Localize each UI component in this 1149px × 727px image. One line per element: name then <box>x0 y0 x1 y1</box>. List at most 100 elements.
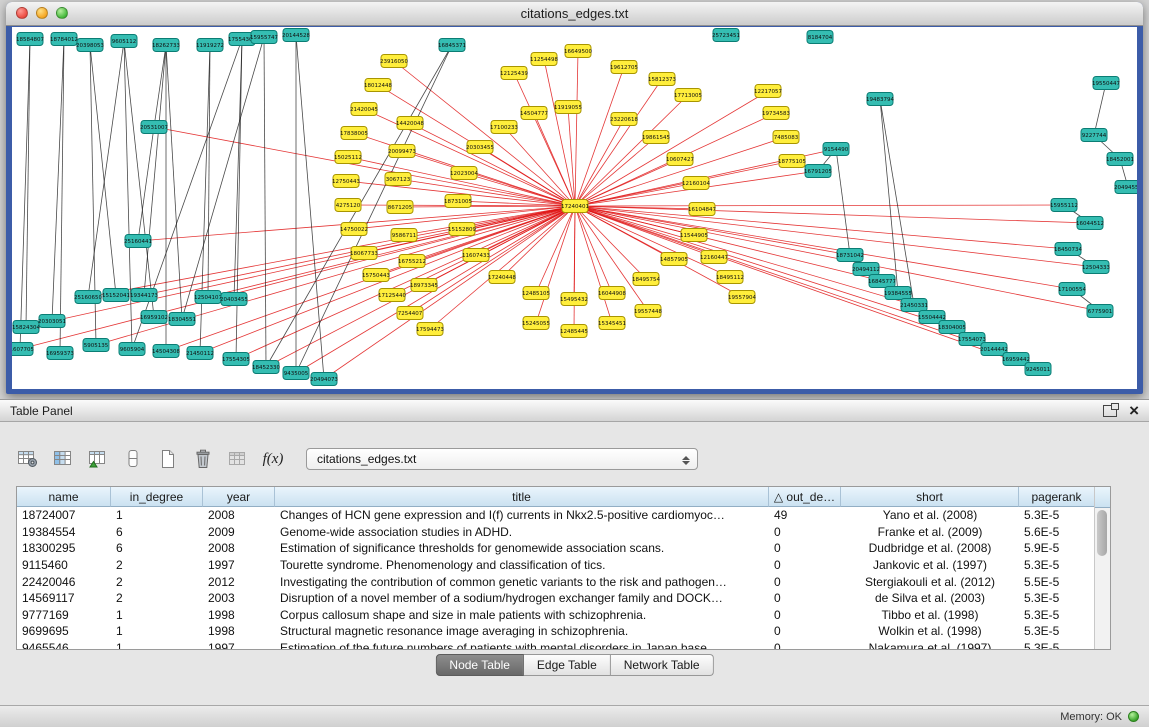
network-node[interactable]: 7254407 <box>397 307 423 320</box>
network-node[interactable]: 14750022 <box>340 223 368 236</box>
network-node[interactable]: 12125439 <box>500 67 528 80</box>
table-row[interactable]: 1456911722003Disruption of a novel membe… <box>17 590 1110 607</box>
network-node[interactable]: 20303455 <box>466 141 494 154</box>
network-node[interactable]: 10607427 <box>666 153 694 166</box>
tab-node-table[interactable]: Node Table <box>435 654 524 676</box>
network-node[interactable]: 19734583 <box>762 107 790 120</box>
network-node[interactable]: 15955112 <box>1050 199 1078 212</box>
network-node[interactable]: 16044908 <box>598 287 626 300</box>
network-node[interactable]: 15345451 <box>598 317 626 330</box>
network-node[interactable]: 21450331 <box>900 299 928 312</box>
network-node[interactable]: 18304551 <box>168 313 196 326</box>
network-node[interactable]: 11254498 <box>530 53 558 66</box>
network-node[interactable]: 8184704 <box>807 31 833 44</box>
network-node[interactable]: 14857905 <box>660 253 688 266</box>
show-columns-button[interactable] <box>51 447 75 471</box>
network-node[interactable]: 9245011 <box>1025 363 1051 376</box>
network-node[interactable]: 20403455 <box>220 293 248 306</box>
network-node[interactable]: 18452330 <box>252 361 280 374</box>
network-node[interactable]: 15495432 <box>560 293 588 306</box>
network-node[interactable]: 19557448 <box>634 305 662 318</box>
column-header-short[interactable]: short <box>841 487 1019 507</box>
table-row[interactable]: 911546021997Tourette syndrome. Phenomeno… <box>17 557 1110 574</box>
network-node[interactable]: 9605112 <box>111 35 137 48</box>
network-node[interactable]: 19483794 <box>866 93 894 106</box>
network-node[interactable]: 20398053 <box>76 39 104 52</box>
zoom-window-button[interactable] <box>56 7 68 19</box>
network-node[interactable]: 3067123 <box>385 173 411 186</box>
network-node[interactable]: 17125440 <box>378 289 406 302</box>
network-node[interactable]: 21420045 <box>350 103 378 116</box>
network-node[interactable]: 12504107 <box>194 291 222 304</box>
network-node[interactable]: 18731005 <box>444 195 472 208</box>
network-node[interactable]: 17100554 <box>1058 283 1086 296</box>
network-node[interactable]: 18973345 <box>410 279 438 292</box>
table-row[interactable]: 1938455462009Genome-wide association stu… <box>17 524 1110 541</box>
network-node[interactable]: 18450734 <box>1054 243 1082 256</box>
network-node[interactable]: 19557904 <box>728 291 756 304</box>
close-window-button[interactable] <box>16 7 28 19</box>
minimize-window-button[interactable] <box>36 7 48 19</box>
network-node[interactable]: 12160104 <box>682 177 710 190</box>
network-node[interactable]: 15245055 <box>522 317 550 330</box>
network-node[interactable]: 9586711 <box>391 229 417 242</box>
tab-network-table[interactable]: Network Table <box>611 654 714 676</box>
network-node[interactable]: 7485083 <box>773 131 799 144</box>
network-node[interactable]: 18067733 <box>350 247 378 260</box>
network-node[interactable]: 20303051 <box>38 315 66 328</box>
network-node[interactable]: 17240448 <box>488 271 516 284</box>
column-header-in_degree[interactable]: in_degree <box>111 487 203 507</box>
new-table-button[interactable] <box>156 447 180 471</box>
table-settings-button[interactable] <box>16 447 40 471</box>
network-node[interactable]: 17838005 <box>340 127 368 140</box>
table-select[interactable]: citations_edges.txt <box>306 448 698 470</box>
network-node[interactable]: 17594473 <box>416 323 444 336</box>
network-node[interactable]: 16044512 <box>1076 217 1104 230</box>
network-node[interactable]: 20531007 <box>140 121 168 134</box>
network-node[interactable]: 15750443 <box>362 269 390 282</box>
network-node[interactable]: 18584807 <box>16 33 44 46</box>
float-panel-icon[interactable] <box>1103 405 1117 417</box>
scrollbar-thumb[interactable] <box>1097 510 1107 556</box>
delete-table-button[interactable] <box>191 447 215 471</box>
column-header-year[interactable]: year <box>203 487 275 507</box>
memory-status-icon[interactable] <box>1128 711 1139 722</box>
network-node[interactable]: 12217057 <box>754 85 782 98</box>
network-node[interactable]: 17240401 <box>561 200 589 213</box>
network-node[interactable]: 11607433 <box>462 249 490 262</box>
network-node[interactable]: 25723451 <box>712 29 740 42</box>
network-node[interactable]: 18012448 <box>364 79 392 92</box>
network-node[interactable]: 5905135 <box>83 339 109 352</box>
table-row[interactable]: 1872400712008Changes of HCN gene express… <box>17 507 1110 524</box>
network-node[interactable]: 16104847 <box>688 203 716 216</box>
network-node[interactable]: 15152809 <box>448 223 476 236</box>
network-node[interactable]: 23220618 <box>610 113 638 126</box>
column-header-name[interactable]: name <box>17 487 111 507</box>
network-node[interactable]: 15025112 <box>334 151 362 164</box>
import-table-button[interactable] <box>86 447 110 471</box>
network-node[interactable]: 19384555 <box>884 287 912 300</box>
network-node[interactable]: 12750443 <box>332 175 360 188</box>
merge-rows-button[interactable] <box>121 447 145 471</box>
network-node[interactable]: 18784012 <box>50 33 78 46</box>
table-row[interactable]: 946554611997Estimation of the future num… <box>17 640 1110 650</box>
column-header-pagerank[interactable]: pagerank <box>1019 487 1095 507</box>
network-node[interactable]: 12485105 <box>522 287 550 300</box>
network-node[interactable]: 9227744 <box>1081 129 1107 142</box>
network-node[interactable]: 18452001 <box>1106 153 1134 166</box>
network-node[interactable]: 14420048 <box>396 117 424 130</box>
close-panel-icon[interactable] <box>1129 402 1139 419</box>
network-node[interactable]: 12504333 <box>1082 261 1110 274</box>
network-node[interactable]: 18262733 <box>152 39 180 52</box>
network-node[interactable]: 17554305 <box>222 353 250 366</box>
network-node[interactable]: 16845371 <box>438 39 466 52</box>
network-node[interactable]: 15824304 <box>12 321 40 334</box>
network-node[interactable]: 11919272 <box>196 39 224 52</box>
network-node[interactable]: 16791205 <box>804 165 832 178</box>
network-node[interactable]: 8671205 <box>387 201 413 214</box>
network-node[interactable]: 12160447 <box>700 251 728 264</box>
network-node[interactable]: 20494073 <box>310 373 338 386</box>
network-node[interactable]: 9435005 <box>283 367 309 380</box>
network-node[interactable]: 19861545 <box>642 131 670 144</box>
network-node[interactable]: 21450112 <box>186 347 214 360</box>
